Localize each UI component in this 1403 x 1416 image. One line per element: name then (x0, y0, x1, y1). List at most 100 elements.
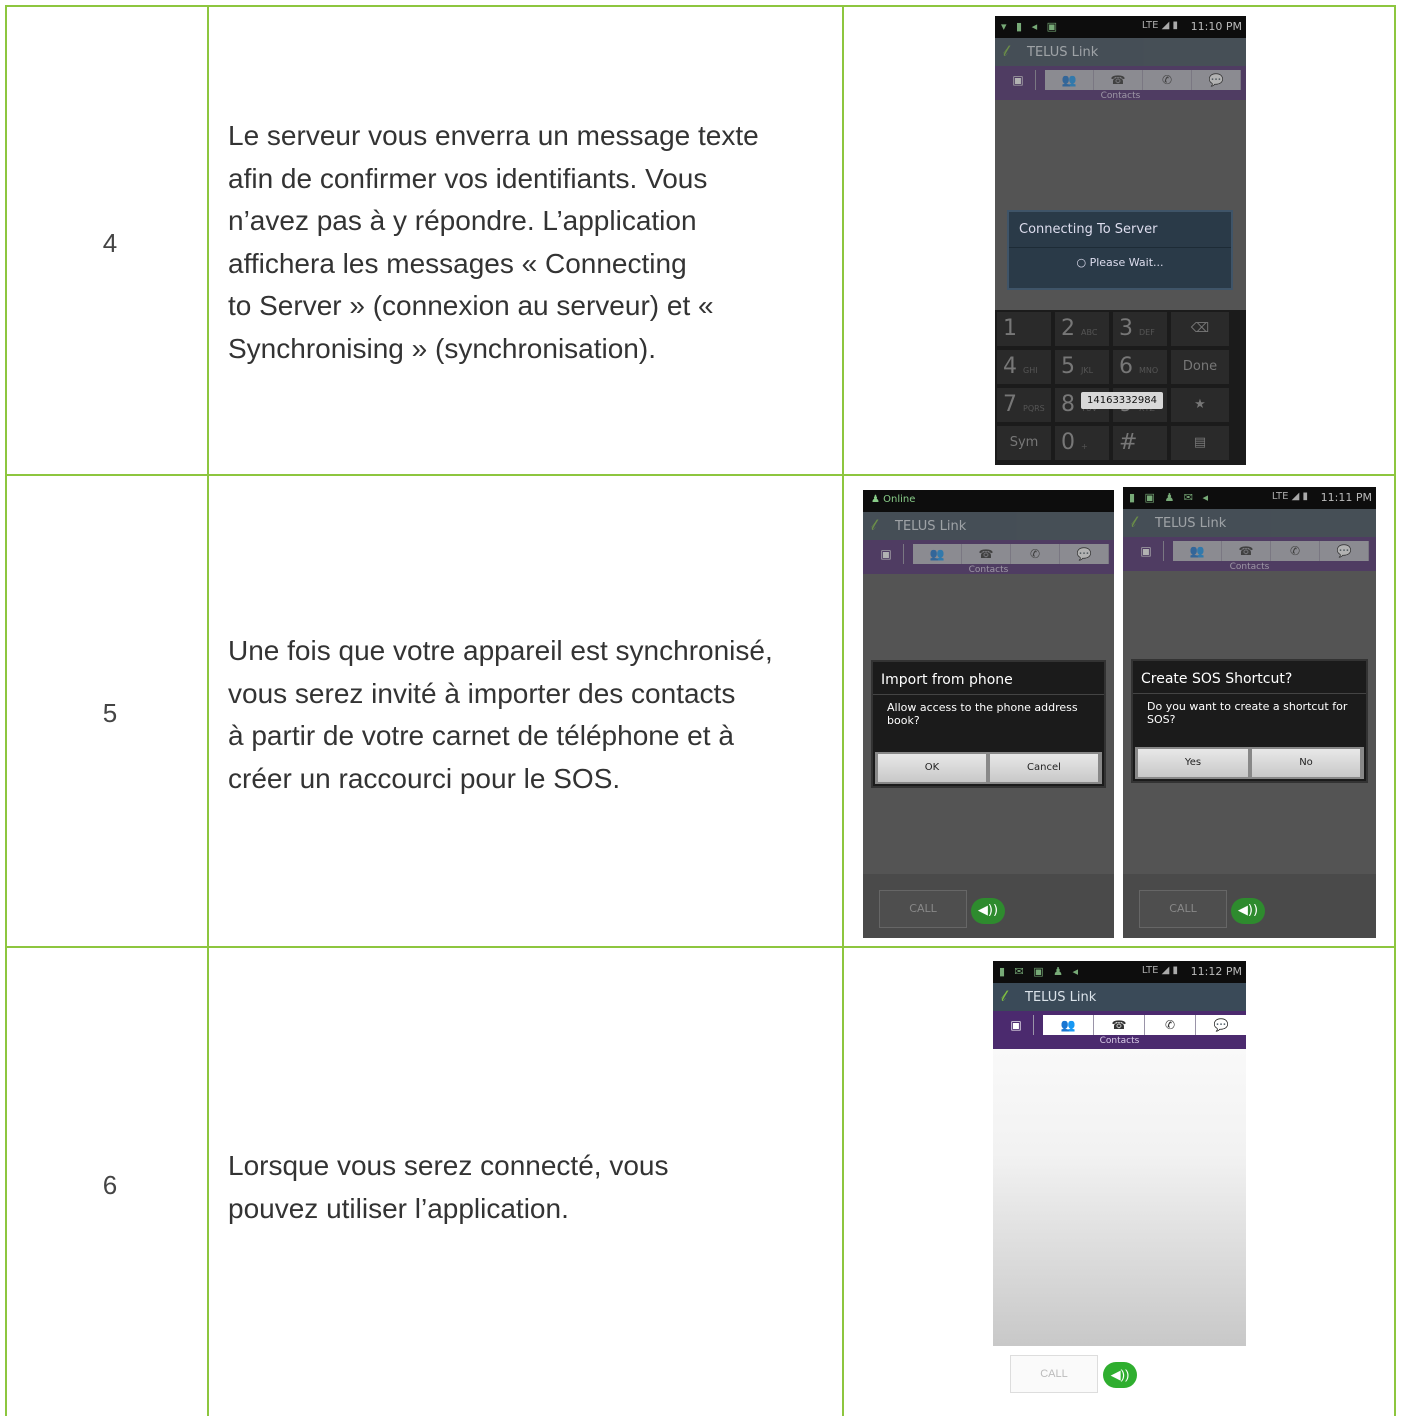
keypad: 12ABC3DEF⌫4GHI5JKL6MNODone7PQRS8TUV9XYZ★… (995, 310, 1246, 465)
row-divider (5, 946, 1396, 948)
tab-chat-icon[interactable]: 💬 (1196, 1015, 1246, 1035)
notification-icons: ▮ ✉ ▣ ♟ ◂ (999, 965, 1082, 978)
tab-chat-icon[interactable]: 💬 (1060, 544, 1109, 564)
step-number: 4 (102, 228, 118, 258)
status-bar: ▾ ▮ ◂ ▣ LTE ◢ ▮ 11:10 PM (995, 16, 1246, 38)
dialog-title: Import from phone (873, 662, 1104, 695)
keypad-key[interactable]: ⌫ (1171, 312, 1229, 346)
clock: 11:12 PM (1190, 965, 1242, 978)
table-divider-col2 (842, 5, 844, 1416)
tab-groups-icon[interactable]: 👥 (1045, 70, 1094, 90)
tab-phone-icon[interactable]: ☎ (1222, 541, 1271, 561)
table-border-left (5, 5, 7, 1416)
app-title: TELUS Link (1025, 990, 1097, 1005)
text-line: à partir de votre carnet de téléphone et… (228, 720, 734, 752)
tab-calls-icon[interactable]: ✆ (1271, 541, 1320, 561)
notification-icons: ▮ ▣ ♟ ✉ ◂ (1129, 491, 1212, 504)
tab-phone-icon[interactable]: ☎ (962, 544, 1011, 564)
online-status: ♟ Online (871, 494, 916, 505)
signal-icon: LTE ◢ ▮ (1141, 965, 1178, 976)
signal-icon: LTE ◢ ▮ (1141, 20, 1178, 31)
clock: 11:11 PM (1320, 491, 1372, 504)
tab-phone-icon[interactable]: ☎ (1094, 70, 1143, 90)
app-title: TELUS Link (1027, 45, 1099, 60)
speaker-icon[interactable]: ◀)) (1231, 898, 1265, 924)
dialog-title: Connecting To Server (1009, 212, 1231, 248)
speaker-icon[interactable]: ◀)) (971, 898, 1005, 924)
telus-leaf-icon: 𝓁 (1131, 513, 1136, 531)
phone-screenshot-connecting: ▾ ▮ ◂ ▣ LTE ◢ ▮ 11:10 PM 𝓁 TELUS Link ▣ … (995, 16, 1246, 465)
app-bar: 𝓁 TELUS Link (993, 983, 1246, 1011)
tab-calls-icon[interactable]: ✆ (1011, 544, 1060, 564)
notification-icons: ▾ ▮ ◂ ▣ (1001, 20, 1060, 33)
tab-phone-icon[interactable]: ☎ (1094, 1015, 1145, 1035)
keypad-key[interactable]: 2 ABC (1055, 312, 1109, 346)
step-description: Une fois que votre appareil est synchron… (228, 630, 828, 800)
speaker-icon[interactable]: ◀)) (1103, 1362, 1137, 1388)
keypad-key[interactable]: ★ (1171, 388, 1229, 422)
dialog-body: ○ Please Wait... (1009, 248, 1231, 277)
tab-calls-icon[interactable]: ✆ (1145, 1015, 1196, 1035)
telus-leaf-icon: 𝓁 (871, 516, 876, 534)
status-bar: ▮ ✉ ▣ ♟ ◂ LTE ◢ ▮ 11:12 PM (993, 961, 1246, 983)
tab-contacts-book-icon[interactable]: ▣ (999, 1015, 1034, 1035)
text-line: n’avez pas à y répondre. L’application (228, 205, 697, 237)
step-description: Le serveur vous enverra un message texte… (228, 115, 828, 371)
keypad-key[interactable]: 1 (997, 312, 1051, 346)
call-button[interactable]: CALL (879, 890, 967, 928)
keypad-key[interactable]: Done (1171, 350, 1229, 384)
phone-screenshot-ready: ▮ ✉ ▣ ♟ ◂ LTE ◢ ▮ 11:12 PM 𝓁 TELUS Link … (993, 961, 1246, 1346)
text-line: Le serveur vous enverra un message texte (228, 120, 759, 151)
text-line: Une fois que votre appareil est synchron… (228, 635, 773, 666)
tab-bar: ▣ 👥 ☎ ✆ 💬 Contacts (1123, 537, 1376, 572)
text-line: pouvez utiliser l’application. (228, 1192, 569, 1224)
app-bar: 𝓁 TELUS Link (863, 512, 1114, 540)
tab-calls-icon[interactable]: ✆ (1143, 70, 1192, 90)
tab-groups-icon[interactable]: 👥 (1173, 541, 1222, 561)
signal-icon: LTE ◢ ▮ (1271, 491, 1308, 502)
keypad-key[interactable]: Sym (997, 426, 1051, 460)
status-bar: ♟ Online (863, 490, 1114, 512)
keypad-key[interactable]: # (1113, 426, 1167, 460)
keypad-key[interactable]: 3 DEF (1113, 312, 1167, 346)
keypad-key[interactable]: 0 + (1055, 426, 1109, 460)
tab-bar: ▣ 👥 ☎ ✆ 💬 Contacts (993, 1011, 1246, 1049)
keypad-key[interactable]: 4 GHI (997, 350, 1051, 384)
text-line: Lorsque vous serez connecté, vous (228, 1150, 669, 1181)
please-wait-text: Please Wait... (1089, 256, 1164, 269)
keypad-key[interactable]: 5 JKL (1055, 350, 1109, 384)
tab-chat-icon[interactable]: 💬 (1192, 70, 1241, 90)
status-bar: ▮ ▣ ♟ ✉ ◂ LTE ◢ ▮ 11:11 PM (1123, 487, 1376, 509)
step-number: 6 (102, 1170, 118, 1200)
yes-button[interactable]: Yes (1138, 749, 1248, 777)
row-divider (5, 474, 1396, 476)
call-button[interactable]: CALL (1139, 890, 1227, 928)
ok-button[interactable]: OK (878, 754, 986, 782)
phone-number-tooltip: 14163332984 (1081, 392, 1163, 409)
cancel-button[interactable]: Cancel (990, 754, 1098, 782)
keypad-key[interactable]: 7 PQRS (997, 388, 1051, 422)
app-title: TELUS Link (895, 519, 967, 534)
table-border-right (1394, 5, 1396, 1416)
tab-contacts-book-icon[interactable]: ▣ (869, 544, 904, 564)
dialog-body: Do you want to create a shortcut for SOS… (1147, 700, 1348, 726)
tab-label: Contacts (1100, 91, 1141, 101)
keypad-key[interactable]: 6 MNO (1113, 350, 1167, 384)
tab-bar: ▣ 👥 ☎ ✆ 💬 Contacts (995, 66, 1246, 101)
text-line: vous serez invité à importer des contact… (228, 677, 736, 709)
tab-chat-icon[interactable]: 💬 (1320, 541, 1369, 561)
table-border-top (5, 5, 1396, 7)
call-button[interactable]: CALL (1010, 1355, 1098, 1393)
dialog-buttons: OK Cancel (875, 752, 1102, 784)
tab-label: Contacts (968, 565, 1009, 575)
tab-contacts-book-icon[interactable]: ▣ (1129, 541, 1164, 561)
step-number: 5 (102, 698, 118, 728)
tab-contacts-book-icon[interactable]: ▣ (1001, 70, 1036, 90)
tab-groups-icon[interactable]: 👥 (1043, 1015, 1094, 1035)
keypad-key[interactable]: ▤ (1171, 426, 1229, 460)
app-bar: 𝓁 TELUS Link (995, 38, 1246, 66)
tab-groups-icon[interactable]: 👥 (913, 544, 962, 564)
dialog-title: Create SOS Shortcut? (1133, 661, 1366, 694)
no-button[interactable]: No (1252, 749, 1360, 777)
connecting-dialog: Connecting To Server ○ Please Wait... (1007, 210, 1233, 290)
